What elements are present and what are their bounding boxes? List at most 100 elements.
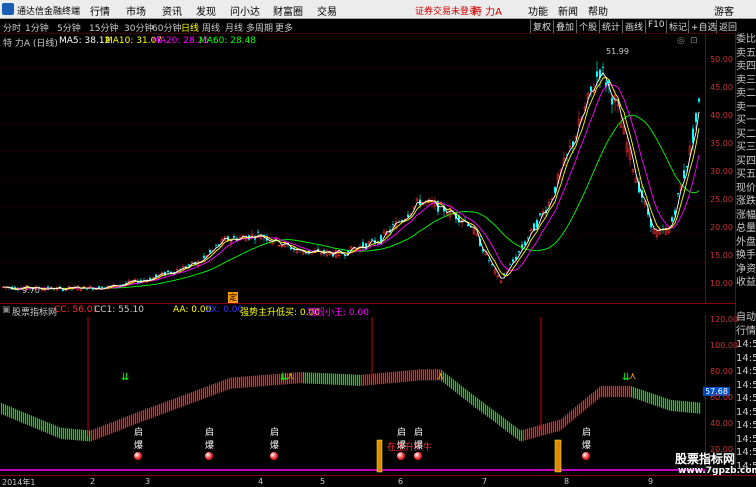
indicator-bar <box>665 398 667 410</box>
price-tick: 50.00 <box>710 55 733 64</box>
indicator-bar <box>93 429 95 441</box>
indicator-bar <box>65 428 67 440</box>
indicator-bar <box>569 411 571 423</box>
indicator-bar <box>11 407 13 419</box>
indicator-header: ▣ 股票指标网 CC: 56.01 CC1: 55.10 AA: 0.00 ZX… <box>0 303 735 318</box>
menu-trade[interactable]: 交易 <box>317 3 337 18</box>
indicator-bar <box>203 387 205 399</box>
candle-body <box>677 193 679 195</box>
indicator-chart[interactable] <box>0 315 705 475</box>
indicator-bar <box>139 411 141 423</box>
indicator-bar <box>613 385 615 398</box>
candle-body <box>215 245 217 247</box>
indicator-bar <box>421 369 423 381</box>
indicator-bar <box>519 429 521 441</box>
indicator-bar <box>25 413 27 425</box>
quote-row-label: 卖二 <box>736 88 756 99</box>
indicator-bar <box>13 408 15 420</box>
candle-body <box>371 238 373 240</box>
period-tab-daily[interactable]: 日线 <box>181 21 199 34</box>
indicator-bar <box>115 420 117 432</box>
indicator-bar <box>463 387 465 399</box>
indicator-bar <box>489 407 491 419</box>
chart-settings-icon[interactable]: ◎ <box>677 36 685 46</box>
menu-guest[interactable]: 游客 <box>714 3 734 18</box>
menu-market[interactable]: 市场 <box>126 3 146 18</box>
indicator-bar <box>481 401 483 413</box>
menu-discover[interactable]: 发现 <box>196 3 216 18</box>
indicator-menu-icon[interactable]: ▣ <box>2 305 11 315</box>
indicator-bar <box>117 419 119 432</box>
candlestick-chart[interactable]: 51.99 9.70 <box>0 46 705 301</box>
menu-help[interactable]: 帮助 <box>588 3 608 18</box>
indicator-bar <box>687 401 689 413</box>
indicator-bar <box>49 423 51 435</box>
indicator-bar <box>611 385 613 398</box>
candle-body <box>512 259 514 262</box>
period-tab-1min[interactable]: 1分钟 <box>25 21 49 34</box>
indicator-bar <box>679 400 681 412</box>
toolbar-overlay-button[interactable]: 叠加 <box>553 20 576 33</box>
menu-market-quotes[interactable]: 行情 <box>90 3 110 18</box>
indicator-bar <box>579 403 581 415</box>
toolbar-back-button[interactable]: 返回 <box>716 20 739 33</box>
indicator-bar <box>15 408 17 421</box>
period-tab-5min[interactable]: 5分钟 <box>57 21 81 34</box>
indicator-bar <box>179 396 181 408</box>
indicator-bar <box>475 396 477 408</box>
tick-time-row: 行情 <box>736 325 756 337</box>
period-tab-more[interactable]: 更多 <box>275 21 293 34</box>
indicator-bar <box>99 426 101 439</box>
price-tick: 30.00 <box>710 167 733 176</box>
indicator-bar <box>391 371 393 384</box>
indicator-bar <box>543 424 545 436</box>
indicator-bar <box>303 372 305 384</box>
signal-qi: 启 <box>134 428 144 438</box>
quote-row-label: 买二 <box>736 128 756 140</box>
period-tab-60min[interactable]: 60分钟 <box>152 21 181 34</box>
indicator-bar <box>659 396 661 408</box>
quote-panel: 委比 卖五 卖四 卖三 卖二 卖一 买一 买二 买三 买四 买五 现价 涨跌 涨幅 总量 外盘 换手 净资 收益 <box>735 33 756 311</box>
indicator-bar <box>555 420 557 432</box>
indicator-bar <box>195 390 197 402</box>
toolbar-stats-button[interactable]: 统计 <box>599 20 622 33</box>
indicator-bar <box>119 419 121 431</box>
indicator-bar <box>199 389 201 401</box>
period-tab-15min[interactable]: 15分钟 <box>89 21 118 34</box>
period-tab-monthly[interactable]: 月线 <box>225 21 243 34</box>
indicator-bar <box>313 372 315 384</box>
menu-function[interactable]: 功能 <box>528 3 548 18</box>
indicator-bar <box>59 427 61 439</box>
indicator-bar <box>345 374 347 386</box>
indicator-bar <box>19 410 21 422</box>
quote-row-label: 卖五 <box>736 47 756 59</box>
menu-info[interactable]: 资讯 <box>162 3 182 18</box>
indicator-bar <box>503 417 505 429</box>
toolbar-add-watchlist-button[interactable]: +自选 <box>688 20 719 33</box>
indicator-bar <box>147 408 149 420</box>
login-status[interactable]: 证券交易未登录 <box>415 4 478 17</box>
period-tab-30min[interactable]: 30分钟 <box>124 21 153 34</box>
menu-news[interactable]: 新闻 <box>558 3 578 18</box>
indicator-bar <box>627 385 629 398</box>
toolbar-f10-button[interactable]: F10 <box>645 20 667 33</box>
indicator-bar <box>81 429 83 441</box>
indicator-bar <box>331 373 333 385</box>
toolbar-stock-button[interactable]: 个股 <box>576 20 599 33</box>
period-tab-multi[interactable]: 多周期 <box>246 21 273 34</box>
menu-wealth[interactable]: 财富圈 <box>273 3 303 18</box>
indicator-bar <box>641 389 643 401</box>
period-tab-weekly[interactable]: 周线 <box>202 21 220 34</box>
indicator-bar <box>603 385 605 398</box>
menu-ask[interactable]: 问小达 <box>230 3 260 18</box>
toolbar-draw-button[interactable]: 画线 <box>622 20 645 33</box>
indicator-bar <box>427 369 429 381</box>
tick-time-row: 自动 <box>736 312 756 323</box>
toolbar-restore-rights-button[interactable]: 复权 <box>530 20 553 33</box>
indicator-bar <box>39 418 41 431</box>
period-tab-fenshi[interactable]: 分时 <box>3 21 21 34</box>
candle-body <box>671 217 673 222</box>
candle-body <box>524 241 526 245</box>
toolbar-mark-button[interactable]: 标记 <box>666 20 689 33</box>
chart-expand-icon[interactable]: ⊡ <box>690 36 698 46</box>
